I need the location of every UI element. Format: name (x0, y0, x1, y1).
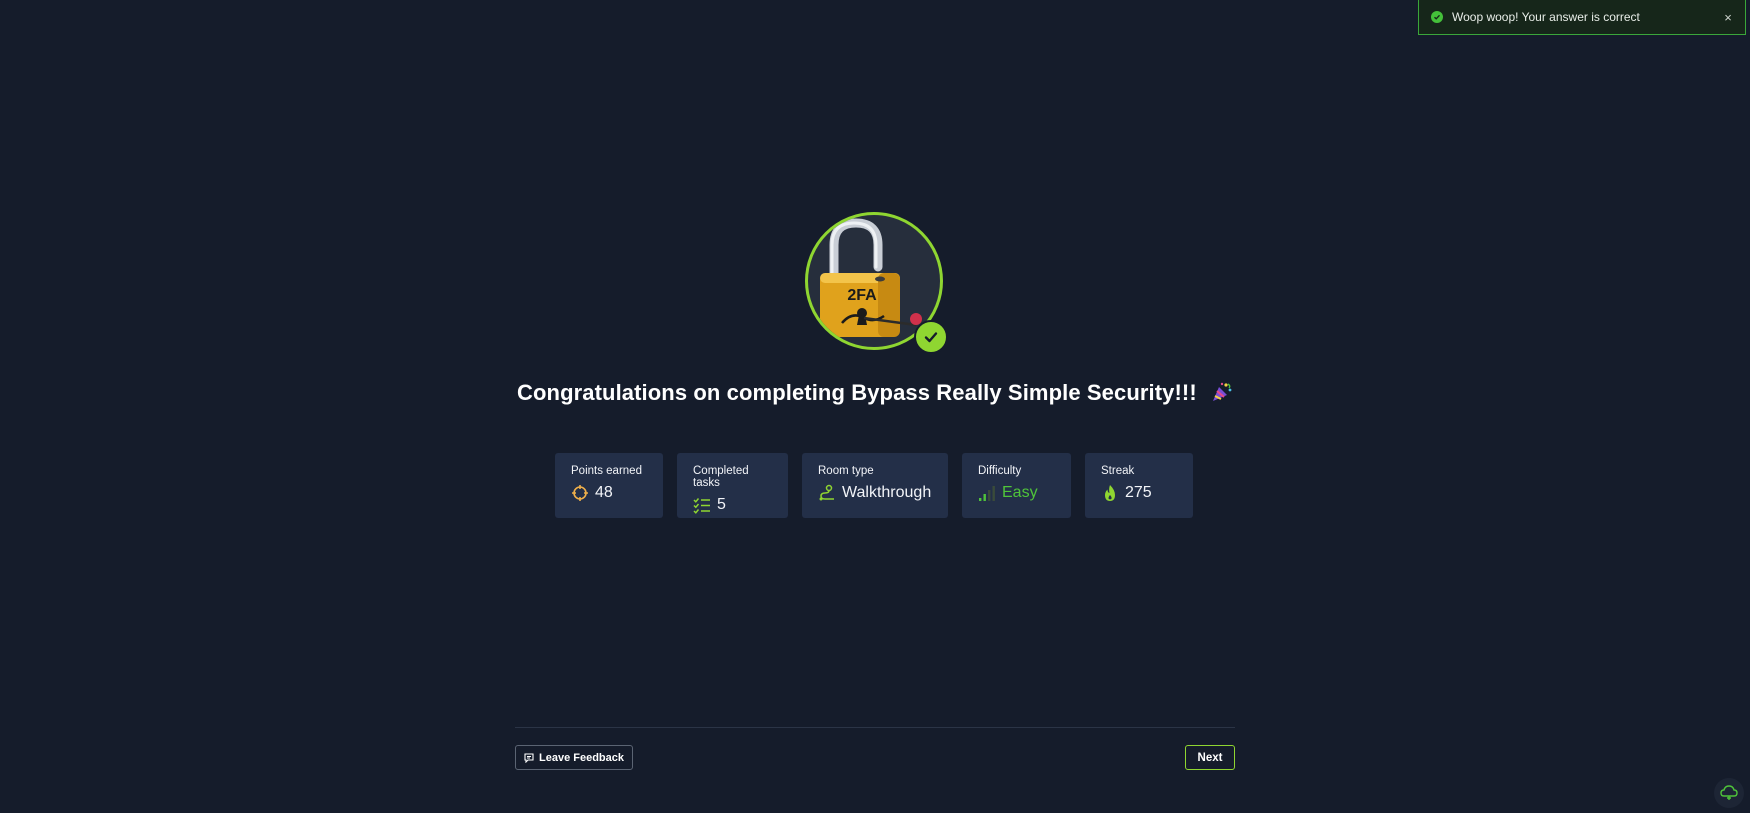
signal-bars-icon (979, 486, 995, 501)
party-popper-icon (1211, 381, 1233, 409)
flame-icon (1105, 485, 1115, 501)
leave-feedback-button[interactable]: Leave Feedback (515, 745, 633, 770)
stat-value: Easy (1002, 484, 1038, 501)
next-button[interactable]: Next (1185, 745, 1235, 770)
title-text: Congratulations on completing Bypass Rea… (517, 380, 1197, 405)
room-badge: 2FA (805, 212, 948, 354)
stat-label: Points earned (571, 465, 642, 477)
success-toast: Woop woop! Your answer is correct × (1418, 0, 1746, 35)
leave-feedback-label: Leave Feedback (539, 751, 624, 764)
stat-label: Completed tasks (693, 465, 749, 489)
stat-value: 48 (595, 484, 613, 501)
success-check-icon (1431, 11, 1443, 23)
stat-difficulty: Difficulty Easy (962, 453, 1071, 518)
stat-points-earned: Points earned 48 (555, 453, 663, 518)
toast-message: Woop woop! Your answer is correct (1452, 10, 1640, 24)
stat-label: Room type (818, 465, 874, 477)
stat-label: Streak (1101, 465, 1135, 477)
completion-page: Woop woop! Your answer is correct × 2FA (0, 0, 1750, 813)
stat-value: Walkthrough (842, 484, 932, 501)
stat-label: Difficulty (978, 465, 1022, 477)
next-label: Next (1197, 751, 1223, 764)
stat-value: 275 (1125, 484, 1152, 501)
footer-divider (515, 727, 1235, 728)
stat-completed-tasks: Completed tasks 5 (677, 453, 788, 518)
toast-close-icon[interactable]: × (1721, 10, 1735, 25)
page-title: Congratulations on completing Bypass Rea… (0, 380, 1750, 409)
badge-lock-text: 2FA (847, 287, 877, 304)
stat-streak: Streak 275 (1085, 453, 1193, 518)
check-icon (914, 320, 948, 354)
comment-icon (524, 752, 534, 763)
stat-value: 5 (717, 496, 726, 513)
crosshair-icon (572, 485, 588, 501)
stat-room-type: Room type Walkthrough (802, 453, 948, 518)
chat-bot-icon[interactable] (1714, 778, 1744, 808)
path-icon (819, 484, 834, 501)
checklist-icon (693, 498, 710, 514)
